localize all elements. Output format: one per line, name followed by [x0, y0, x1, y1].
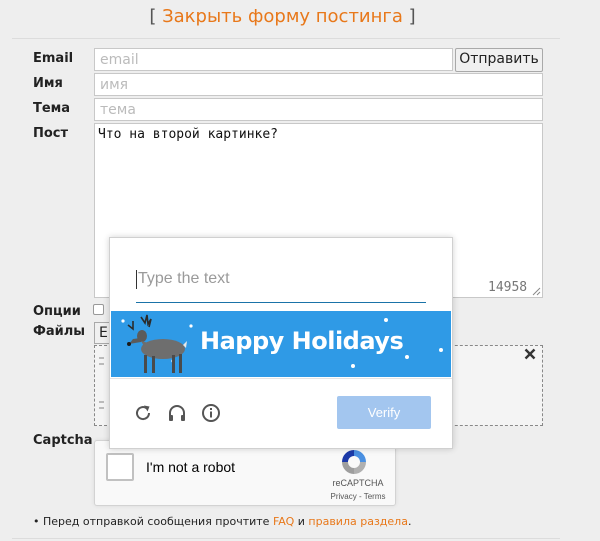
footer-middle: и [294, 515, 309, 528]
divider-top [12, 38, 560, 39]
faq-link[interactable]: FAQ [273, 515, 294, 528]
recaptcha-brand: reCAPTCHA [332, 478, 384, 488]
post-text: Что на второй картинке? [98, 127, 279, 142]
resize-handle-icon[interactable] [531, 286, 541, 296]
name-field[interactable]: имя [94, 73, 543, 96]
popup-divider [110, 378, 452, 379]
subject-field[interactable]: тема [94, 98, 543, 121]
terms-link[interactable]: Terms [364, 492, 386, 501]
dropzone-mark [99, 363, 104, 365]
footer-prefix: • Перед отправкой сообщения прочтите [33, 515, 273, 528]
footer-suffix: . [407, 515, 412, 528]
char-counter: 14958 [488, 280, 528, 295]
name-label: Имя [33, 76, 63, 91]
verify-button[interactable]: Verify [337, 396, 431, 429]
divider-bottom [12, 538, 560, 539]
post-label: Пост [33, 126, 69, 141]
recaptcha-links: Privacy - Terms [322, 492, 394, 501]
dropzone-mark [99, 357, 104, 359]
close-form-link[interactable]: Закрыть форму постинга [162, 6, 403, 27]
info-icon[interactable] [200, 402, 222, 424]
dropzone-mark [99, 401, 104, 403]
captcha-input-placeholder: Type the text [138, 270, 230, 287]
recaptcha-label: I'm not a robot [146, 459, 236, 475]
submit-button[interactable]: Отправить [455, 48, 543, 72]
dropzone-mark [99, 407, 104, 409]
reload-icon[interactable] [132, 402, 154, 424]
files-label: Файлы [33, 324, 86, 339]
recaptcha-checkbox[interactable] [106, 453, 134, 481]
subject-label: Тема [33, 101, 71, 116]
options-checkbox[interactable] [93, 304, 104, 315]
captcha-label: Captcha [33, 433, 93, 448]
links-separator: - [356, 492, 364, 501]
close-icon[interactable] [524, 348, 536, 360]
bracket-close: ] [402, 6, 416, 27]
bracket-open: [ [149, 6, 163, 27]
options-label: Опции [33, 304, 81, 319]
footer-notice: • Перед отправкой сообщения прочтите FAQ… [33, 515, 411, 528]
banner-text: Happy Holidays [200, 327, 404, 355]
recaptcha-logo-icon [342, 450, 366, 474]
close-form-header: [ Закрыть форму постинга ] [0, 6, 565, 27]
text-cursor [136, 270, 137, 289]
email-label: Email [33, 51, 74, 66]
email-field[interactable]: email [94, 48, 453, 71]
rules-link[interactable]: правила раздела [308, 515, 408, 528]
privacy-link[interactable]: Privacy [331, 492, 357, 501]
audio-icon[interactable] [166, 402, 188, 424]
